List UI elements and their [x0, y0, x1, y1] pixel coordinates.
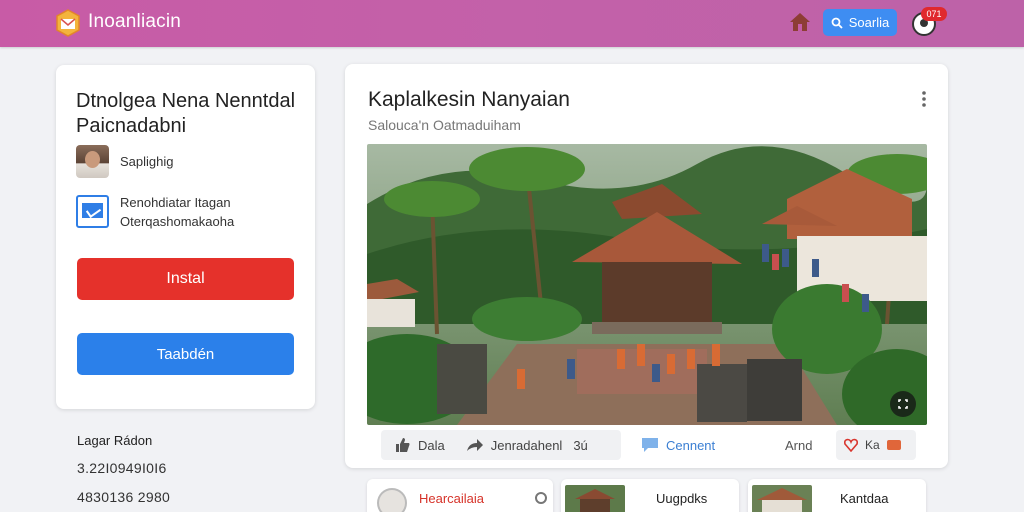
react-button[interactable]: Ka [836, 430, 916, 460]
info-line-2: Oterqashomakaoha [120, 214, 235, 229]
info-line-1: Renohdiatar Itagan [120, 195, 231, 210]
like-button[interactable]: Dala Jenradahenl 3ú [381, 430, 621, 460]
info-text: Renohdiatar Itagan Oterqashomakaoha [120, 193, 234, 231]
refresh-icon[interactable] [535, 492, 547, 504]
more-options-icon[interactable] [919, 90, 929, 108]
related-title-1: Hearcailaia [419, 491, 485, 506]
like-label: Dala [418, 437, 445, 453]
post-title: Kaplalkesin Nanyaian [368, 88, 570, 111]
image-icon [76, 195, 109, 228]
related-card-1[interactable]: Hearcailaia [367, 479, 553, 512]
related-title-2: Uugpdks [656, 491, 708, 506]
comment-label: Cennent [666, 437, 716, 453]
stats-value-2: 4830136 2980 [77, 489, 171, 505]
profile-label: Saplighig [120, 154, 174, 169]
search-button-label: Soarlia [848, 15, 890, 30]
related-card-2[interactable]: Uugpdks [561, 479, 739, 512]
amd-link[interactable]: Arnd [785, 430, 812, 460]
secondary-button[interactable]: Taabdén [77, 333, 294, 375]
expand-icon[interactable] [890, 391, 916, 417]
install-button[interactable]: Instal [77, 258, 294, 300]
related-thumbnail-2 [565, 485, 625, 512]
temple-photo[interactable] [367, 144, 927, 425]
top-bar: Inoanliacin Soarlia 071 [0, 0, 1024, 47]
related-title-3: Kantdaa [840, 491, 889, 506]
post-subtitle: Salouca'n Oatmaduiham [368, 117, 521, 133]
thumbs-up-icon [396, 438, 410, 452]
react-label: Ka [865, 438, 880, 452]
stats-title: Lagar Rádon [77, 433, 153, 448]
notification-badge[interactable]: 071 [921, 7, 947, 21]
logo-icon[interactable] [56, 9, 80, 37]
home-icon[interactable] [789, 11, 811, 33]
comment-icon [642, 438, 658, 452]
heart-icon [844, 438, 858, 452]
post-actions: Dala Jenradahenl 3ú Cennent Arnd Ka [381, 430, 916, 460]
app-title: Dtnolgea Nena Nenntdal Paicnadabni [76, 90, 296, 137]
app-info-card: Dtnolgea Nena Nenntdal Paicnadabni Sapli… [56, 65, 315, 409]
post-card: Kaplalkesin Nanyaian Salouca'n Oatmaduih… [345, 64, 948, 468]
stats-value-1: 3.22I0949I0I6 [77, 460, 167, 476]
comment-button[interactable]: Cennent [641, 430, 715, 460]
share-label: Jenradahenl [490, 437, 563, 453]
profile-avatar [76, 145, 109, 178]
share-arrow-icon [466, 439, 483, 451]
search-icon [831, 17, 843, 29]
related-avatar [377, 488, 407, 512]
share-count: 3ú [573, 437, 588, 453]
profile-row[interactable]: Saplighig [76, 145, 174, 178]
info-row: Renohdiatar Itagan Oterqashomakaoha [76, 193, 234, 231]
related-card-3[interactable]: Kantdaa [748, 479, 926, 512]
search-button[interactable]: Soarlia [823, 9, 897, 36]
brand-name[interactable]: Inoanliacin [88, 11, 181, 33]
related-thumbnail-3 [752, 485, 812, 512]
react-emoji-icon [886, 440, 901, 450]
